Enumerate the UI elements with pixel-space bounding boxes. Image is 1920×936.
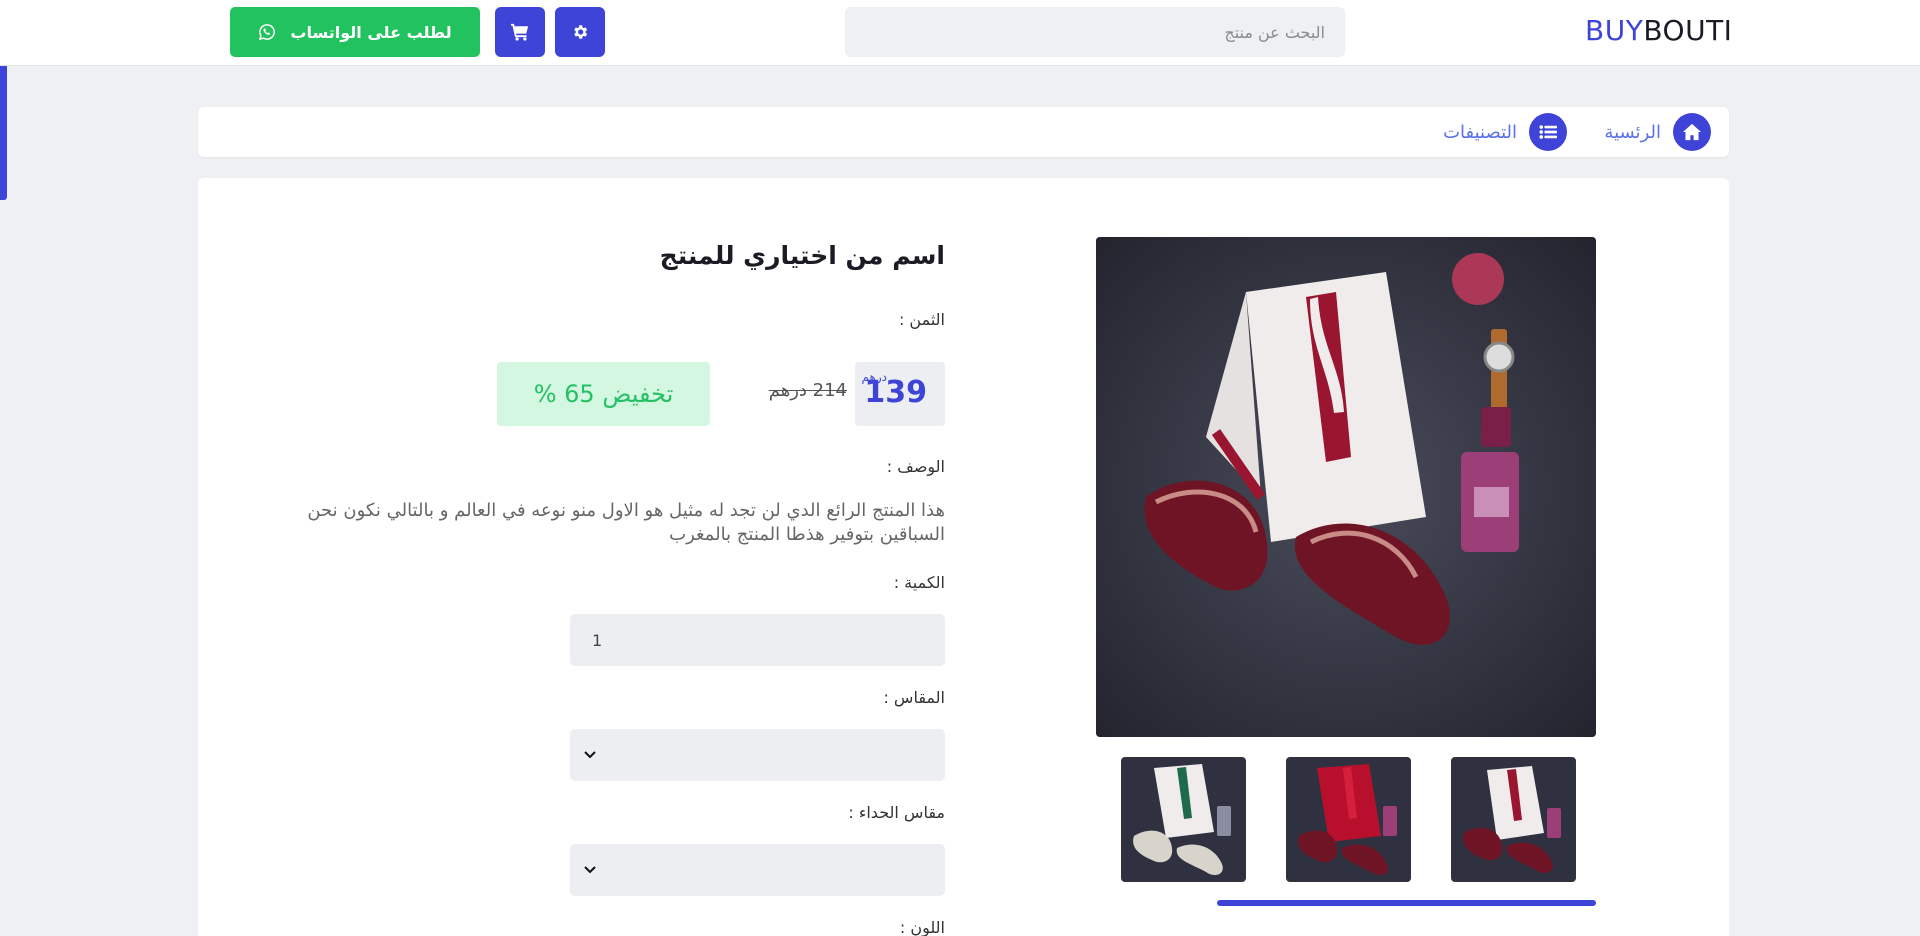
product-description: هذا المنتج الرائع الدي لن تجد له مثيل هو… bbox=[307, 500, 945, 545]
gallery-progress-bar bbox=[1217, 900, 1596, 906]
brand-logo-part2: BOUTI bbox=[1643, 14, 1733, 47]
breadcrumb-home-label: الرئسية bbox=[1604, 121, 1661, 143]
whatsapp-icon bbox=[259, 24, 276, 41]
shoe-size-select[interactable] bbox=[570, 844, 945, 896]
description-label: الوصف : bbox=[886, 457, 945, 476]
product-thumbnail-1[interactable] bbox=[1451, 757, 1576, 882]
product-thumbnail-2[interactable] bbox=[1286, 757, 1411, 882]
brand-logo[interactable]: BUYBOUTI bbox=[1585, 14, 1732, 47]
top-navbar: BUYBOUTI لطلب على الواتساب bbox=[0, 0, 1920, 66]
list-icon bbox=[1529, 113, 1567, 151]
whatsapp-order-button[interactable]: لطلب على الواتساب bbox=[230, 7, 480, 57]
product-main-image[interactable] bbox=[1096, 237, 1596, 737]
cart-icon bbox=[511, 23, 529, 41]
shoe-size-label: مقاس الحداء : bbox=[848, 803, 945, 822]
breadcrumb: الرئسية التصنيفات bbox=[198, 107, 1729, 157]
quantity-input[interactable]: 1 bbox=[570, 614, 945, 666]
breadcrumb-categories-label: التصنيفات bbox=[1443, 121, 1517, 143]
cart-button[interactable] bbox=[495, 7, 545, 57]
breadcrumb-home[interactable]: الرئسية bbox=[1604, 113, 1711, 151]
chevron-down-icon bbox=[584, 866, 596, 874]
whatsapp-order-label: لطلب على الواتساب bbox=[290, 22, 452, 42]
brand-logo-part1: BUY bbox=[1585, 14, 1644, 47]
price-label: الثمن : bbox=[898, 310, 945, 329]
price-currency: درهم bbox=[861, 370, 887, 384]
gear-icon bbox=[574, 25, 588, 39]
quantity-label: الكمية : bbox=[893, 573, 945, 592]
home-icon bbox=[1673, 113, 1711, 151]
product-title: اسم من اختياري للمنتج bbox=[659, 241, 945, 270]
settings-button[interactable] bbox=[555, 7, 605, 57]
breadcrumb-categories[interactable]: التصنيفات bbox=[1443, 113, 1567, 151]
size-select[interactable] bbox=[570, 729, 945, 781]
discount-badge: تخفيض 65 % bbox=[497, 362, 710, 426]
price-box: 139 درهم bbox=[855, 362, 945, 426]
color-label: اللون : bbox=[899, 918, 945, 936]
product-thumbnail-3[interactable] bbox=[1121, 757, 1246, 882]
chevron-down-icon bbox=[584, 751, 596, 759]
old-price: 214 درهم bbox=[768, 380, 847, 401]
search-input[interactable] bbox=[845, 7, 1345, 57]
size-label: المقاس : bbox=[883, 688, 945, 707]
